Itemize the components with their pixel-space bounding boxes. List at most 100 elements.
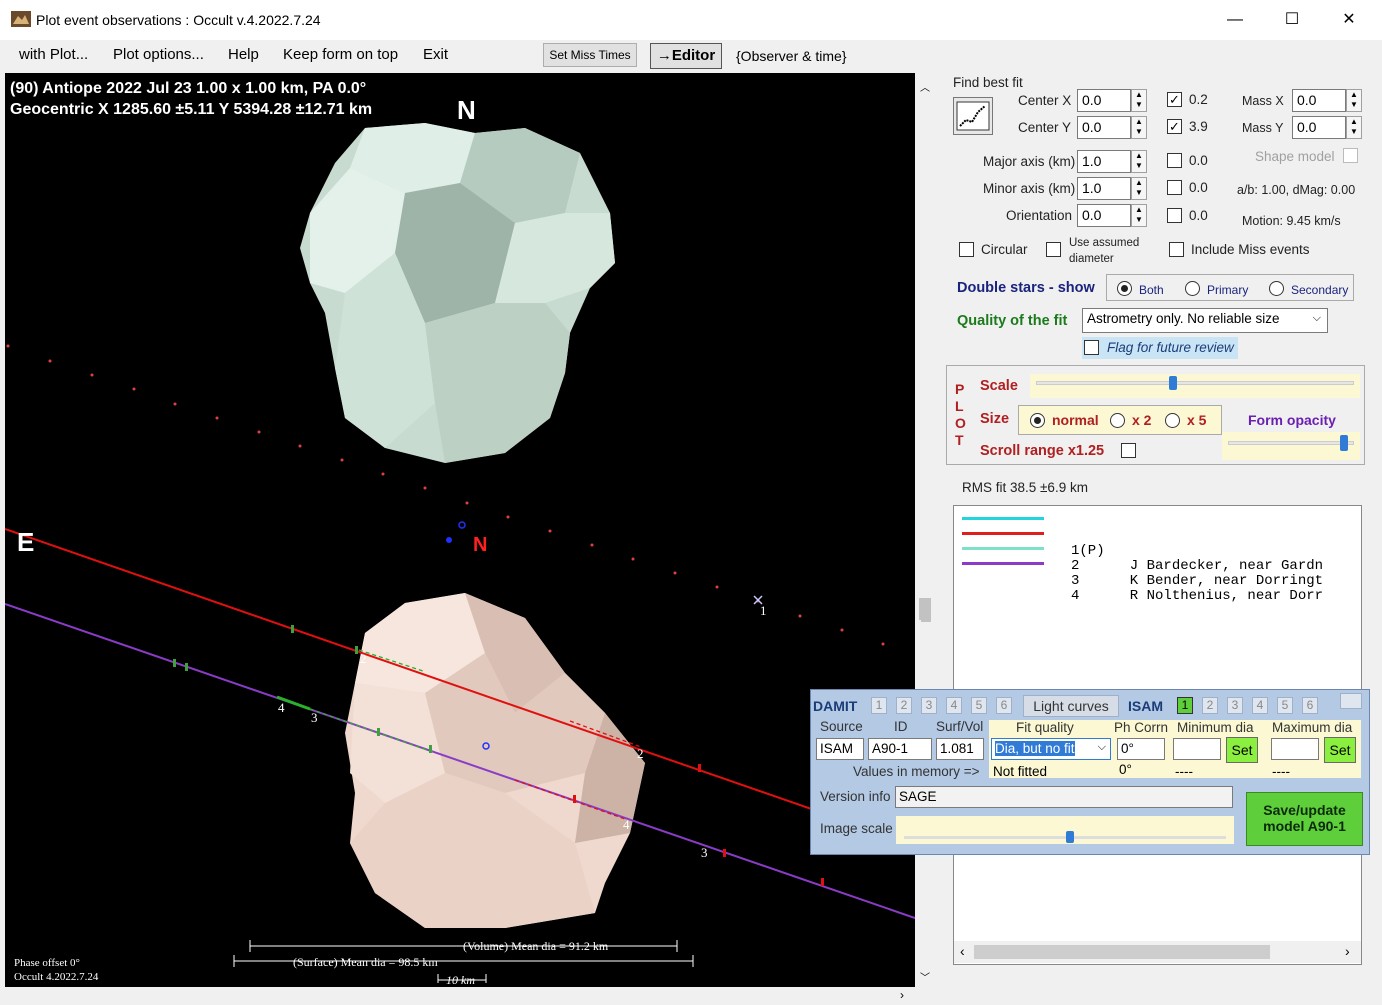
center-y-fit-checkbox[interactable]: ✓ <box>1167 119 1182 134</box>
menu-keep-on-top[interactable]: Keep form on top <box>283 46 398 63</box>
panel-close-button[interactable] <box>1340 693 1362 709</box>
damit-model-2[interactable]: 2 <box>896 697 912 714</box>
major-axis-spinner[interactable]: ▲ ▼ <box>1131 150 1147 173</box>
plot-horizontal-scrollbar[interactable]: › <box>5 988 915 1004</box>
size-x5-radio[interactable] <box>1165 413 1180 428</box>
minor-fit-checkbox[interactable] <box>1167 180 1182 195</box>
scale-label: Scale <box>980 378 1018 394</box>
max-dia-input[interactable] <box>1271 738 1319 760</box>
image-scale-thumb[interactable] <box>1066 831 1074 843</box>
source-input[interactable]: ISAM <box>816 738 864 760</box>
shape-model-checkbox[interactable] <box>1343 148 1358 163</box>
surfvol-input[interactable]: 1.081 <box>936 738 984 760</box>
major-fit-checkbox[interactable] <box>1167 153 1182 168</box>
center-x-spinner[interactable]: ▲ ▼ <box>1131 89 1147 112</box>
version-info-input[interactable]: SAGE <box>895 786 1233 808</box>
chord-label: 3 <box>311 710 318 725</box>
set-miss-times-button[interactable]: Set Miss Times <box>543 43 637 67</box>
maximize-button[interactable]: ☐ <box>1263 0 1321 40</box>
legend-horizontal-scrollbar[interactable]: ‹ › <box>954 941 1361 963</box>
damit-label: DAMIT <box>813 698 858 714</box>
scroll-range-checkbox[interactable] <box>1121 443 1136 458</box>
center-y-input[interactable]: 0.0 <box>1077 116 1131 139</box>
orientation-input[interactable]: 0.0 <box>1077 204 1131 227</box>
orient-step: 0.0 <box>1189 208 1208 223</box>
editor-button[interactable]: →Editor <box>650 43 722 69</box>
image-scale-slider[interactable] <box>896 816 1234 844</box>
include-miss-checkbox[interactable] <box>1169 242 1184 257</box>
fit-quality-select[interactable]: Dia, but no fit ⌵ <box>991 738 1111 760</box>
circular-checkbox[interactable] <box>959 242 974 257</box>
set-max-dia-button[interactable]: Set <box>1324 737 1356 763</box>
isam-model-1[interactable]: 1 <box>1177 697 1193 714</box>
legend-text: 3 K Bender, near Dorringt <box>1071 573 1324 589</box>
minor-axis-spinner[interactable]: ▲ ▼ <box>1131 177 1147 200</box>
scroll-down-icon[interactable]: ﹀ <box>920 969 930 984</box>
mass-y-spinner[interactable]: ▲ ▼ <box>1346 116 1362 139</box>
center-y-step: 3.9 <box>1189 119 1208 134</box>
damit-model-1[interactable]: 1 <box>871 697 887 714</box>
set-min-dia-button[interactable]: Set <box>1226 737 1258 763</box>
panel-scroll-thumb[interactable] <box>921 600 931 622</box>
chord-label: 3 <box>701 845 708 860</box>
center-x-fit-checkbox[interactable]: ✓ <box>1167 92 1182 107</box>
scale-slider-thumb[interactable] <box>1169 376 1178 390</box>
scale-slider[interactable] <box>1030 374 1360 398</box>
major-axis-label: Major axis (km) <box>983 154 1076 169</box>
isam-model-4[interactable]: 4 <box>1252 697 1268 714</box>
legend-row: 2 J Bardecker, near Gardn <box>954 526 1359 574</box>
damit-model-3[interactable]: 3 <box>921 697 937 714</box>
scroll-right-icon[interactable]: › <box>1345 943 1350 959</box>
isam-model-3[interactable]: 3 <box>1227 697 1243 714</box>
id-input[interactable]: A90-1 <box>868 738 932 760</box>
orientation-spinner[interactable]: ▲ ▼ <box>1131 204 1147 227</box>
minor-axis-input[interactable]: 1.0 <box>1077 177 1131 200</box>
center-y-spinner[interactable]: ▲ ▼ <box>1131 116 1147 139</box>
flag-review-checkbox[interactable] <box>1084 340 1099 355</box>
orientation-label: Orientation <box>1006 208 1073 223</box>
center-x-step: 0.2 <box>1189 92 1208 107</box>
quality-select[interactable]: Astrometry only. No reliable size ⌵ <box>1082 308 1328 333</box>
isam-model-5[interactable]: 5 <box>1277 697 1293 714</box>
form-opacity-thumb[interactable] <box>1340 435 1349 451</box>
plot-canvas[interactable]: (90) Antiope 2022 Jul 23 1.00 x 1.00 km,… <box>5 73 915 987</box>
observer-time-menu[interactable]: {Observer & time} <box>736 48 847 64</box>
scroll-left-icon[interactable]: ‹ <box>960 943 965 959</box>
use-assumed-checkbox[interactable] <box>1046 242 1061 257</box>
size-normal-radio[interactable] <box>1030 413 1045 428</box>
save-update-model-button[interactable]: Save/update model A90-1 <box>1246 792 1363 846</box>
menu-help[interactable]: Help <box>228 46 259 63</box>
mass-x-input[interactable]: 0.0 <box>1292 89 1346 112</box>
damit-model-6[interactable]: 6 <box>996 697 1012 714</box>
minor-axis-label: Minor axis (km) <box>983 181 1076 196</box>
major-axis-input[interactable]: 1.0 <box>1077 150 1131 173</box>
double-secondary-radio[interactable] <box>1269 281 1284 296</box>
mass-y-input[interactable]: 0.0 <box>1292 116 1346 139</box>
center-x-input[interactable]: 0.0 <box>1077 89 1131 112</box>
form-opacity-slider[interactable] <box>1222 432 1360 460</box>
menu-plot-options[interactable]: Plot options... <box>113 46 204 63</box>
double-both-radio[interactable] <box>1117 281 1132 296</box>
min-dia-input[interactable] <box>1173 738 1221 760</box>
orient-fit-checkbox[interactable] <box>1167 208 1182 223</box>
menu-exit[interactable]: Exit <box>423 46 448 63</box>
best-fit-button[interactable] <box>953 97 993 135</box>
minimize-button[interactable]: — <box>1206 0 1264 40</box>
legend-line <box>962 547 1044 550</box>
mass-x-spinner[interactable]: ▲ ▼ <box>1346 89 1362 112</box>
isam-model-6[interactable]: 6 <box>1302 697 1318 714</box>
menu-with-plot[interactable]: with Plot... <box>19 46 88 63</box>
isam-model-2[interactable]: 2 <box>1202 697 1218 714</box>
size-x2-radio[interactable] <box>1110 413 1125 428</box>
scroll-up-icon[interactable]: ︿ <box>920 79 930 94</box>
light-curves-button[interactable]: Light curves <box>1023 695 1119 717</box>
north-label: N <box>457 95 476 125</box>
close-button[interactable]: ✕ <box>1320 0 1378 40</box>
legend-scroll-thumb[interactable] <box>974 945 1270 959</box>
mass-x-label: Mass X <box>1242 94 1284 108</box>
damit-model-4[interactable]: 4 <box>946 697 962 714</box>
phcorr-input[interactable]: 0° <box>1117 738 1165 760</box>
double-primary-radio[interactable] <box>1185 281 1200 296</box>
damit-model-5[interactable]: 5 <box>971 697 987 714</box>
scroll-right-icon[interactable]: › <box>900 988 904 1002</box>
